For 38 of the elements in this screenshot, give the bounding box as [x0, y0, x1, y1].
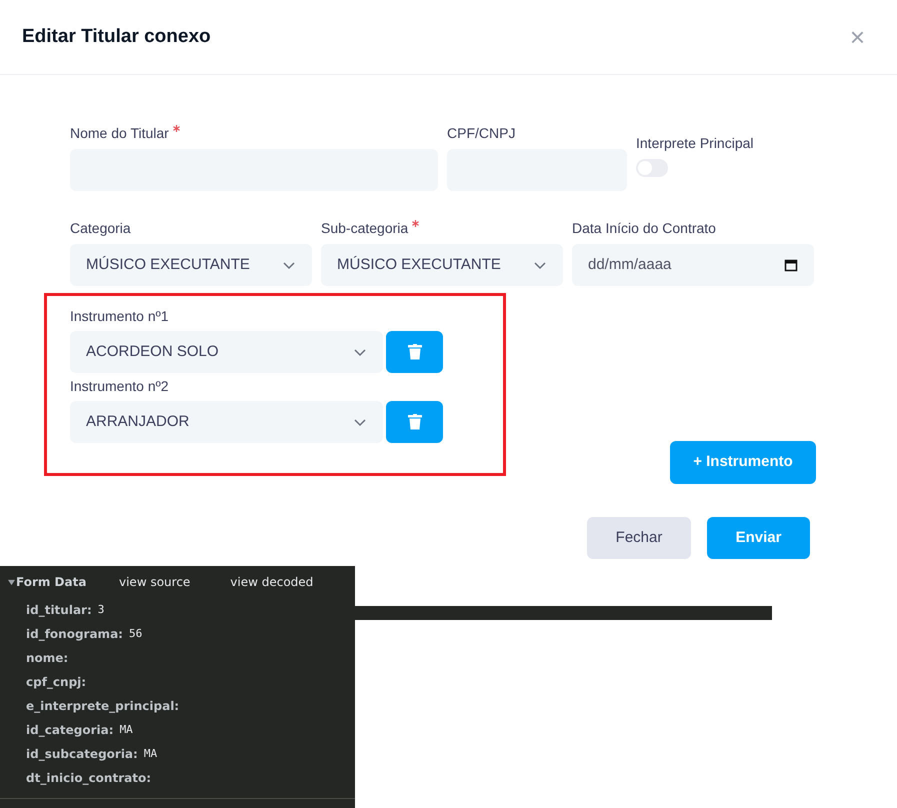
form-value: 56 — [128, 626, 142, 642]
form-key: id_categoria: — [26, 721, 114, 739]
expand-icon[interactable] — [8, 578, 15, 586]
delete-button[interactable] — [386, 401, 443, 443]
section-title: Form Data — [16, 574, 88, 591]
required-icon — [412, 220, 420, 227]
select-field[interactable]: MÚSICO EXECUTANTE — [321, 244, 563, 286]
trash-icon — [408, 344, 422, 360]
view-link[interactable]: view source — [119, 573, 190, 591]
field-label: Data Início do Contrato — [572, 219, 717, 238]
form-key: nome: — [26, 649, 68, 667]
form-key: id_fonograma: — [26, 625, 123, 643]
field-label: Instrumento nº1 — [70, 307, 170, 326]
form-key: e_interprete_principal: — [26, 697, 180, 715]
calendar-icon — [784, 258, 798, 272]
trash-icon — [408, 414, 422, 430]
select-field[interactable]: MÚSICO EXECUTANTE — [70, 244, 312, 286]
form-value: 3 — [98, 602, 104, 618]
form-value: MA — [144, 746, 158, 762]
form-key: id_subcategoria: — [26, 745, 138, 763]
dialog-title: Editar Titular conexo — [22, 24, 211, 49]
form-value: MA — [120, 722, 133, 738]
view-link[interactable]: view decoded — [230, 573, 314, 591]
select-field[interactable]: ARRANJADOR — [70, 401, 383, 443]
field-label: Interprete Principal — [636, 134, 755, 153]
date-field[interactable]: dd/mm/aaaa — [572, 244, 814, 286]
form-key: cpf_cnpj: — [26, 673, 86, 691]
close-dialog-button[interactable]: Fechar — [587, 517, 691, 559]
form-key: dt_inicio_contrato: — [26, 769, 151, 787]
field-label: Nome do Titular — [70, 123, 438, 143]
field-label: CPF/CNPJ — [447, 124, 516, 143]
field-label: Instrumento nº2 — [70, 377, 170, 396]
form-key: id_titular: — [26, 601, 92, 619]
required-icon — [172, 125, 180, 132]
field-label: Categoria — [70, 219, 132, 238]
field-label: Sub-categoria — [321, 218, 563, 238]
delete-button[interactable] — [386, 331, 443, 373]
select-field[interactable]: ACORDEON SOLO — [70, 331, 383, 373]
